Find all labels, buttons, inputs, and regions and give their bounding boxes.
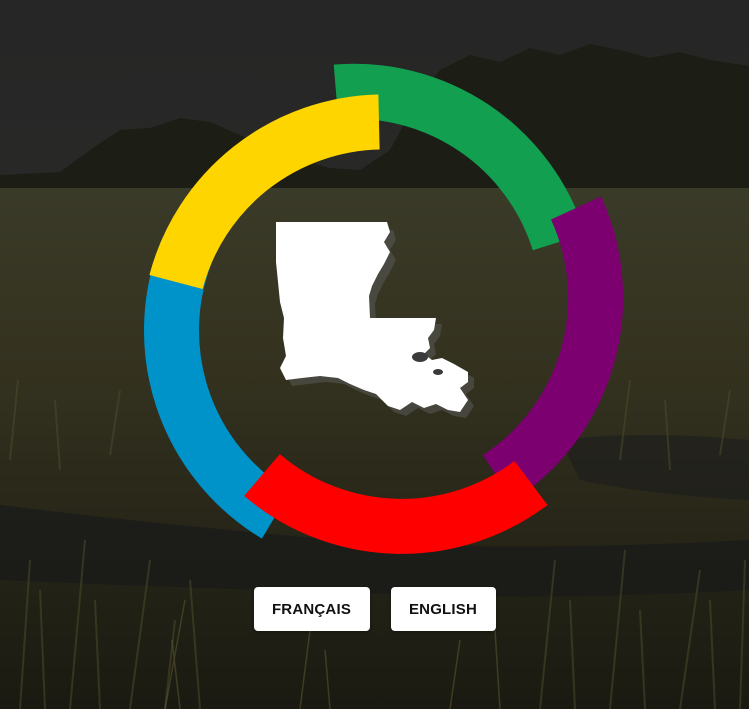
french-language-button[interactable]: FRANÇAIS [253,587,370,631]
louisiana-state-silhouette-icon [276,222,474,418]
logo-ring-purple-segment [482,196,624,502]
language-select-screen: FRANÇAIS ENGLISH [0,0,749,709]
logo-ring-blue-segment [144,237,291,539]
english-language-button[interactable]: ENGLISH [390,587,496,631]
language-buttons-row: FRANÇAIS ENGLISH [0,587,749,631]
logo-ring-red-segment [244,453,548,554]
